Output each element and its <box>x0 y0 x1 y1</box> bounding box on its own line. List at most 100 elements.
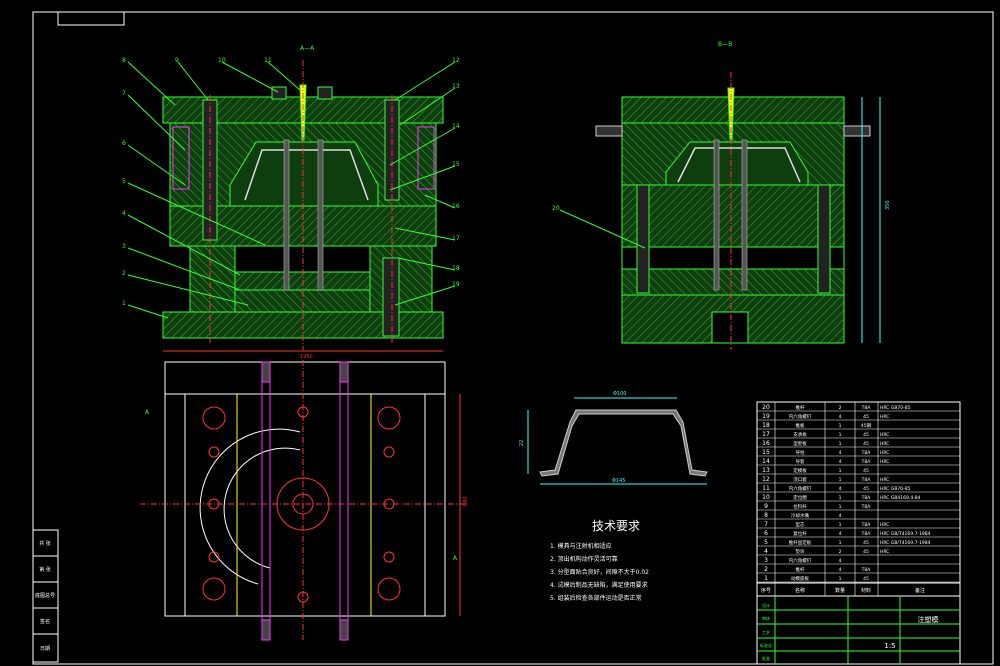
plan-outline <box>164 393 446 617</box>
bom-cell: HRC GB/T4169.7-1984 <box>880 531 931 537</box>
balloon-3: 3 <box>122 243 126 250</box>
balloon-4: 4 <box>122 210 126 217</box>
bom-cell: HRC GB/T4169.7-1984 <box>880 540 931 546</box>
balloon-17: 17 <box>452 235 460 242</box>
title-block: 注塑模 1:5 设计 审核 工艺 标准化 批准 <box>757 596 960 664</box>
balloon-15: 15 <box>452 161 460 168</box>
plan-hole-r3 <box>383 551 395 563</box>
bom-cell: T8A <box>861 504 872 510</box>
bom-head-qty: 数量 <box>835 587 845 594</box>
balloon-7: 7 <box>122 90 126 97</box>
plan-top-band <box>164 361 446 395</box>
bom-cell: T8A <box>861 522 872 528</box>
bom-cell: 18 <box>762 422 770 429</box>
bom-cell: 1 <box>839 468 842 474</box>
bom-cell: 1 <box>839 477 842 483</box>
b-spacer-gap <box>621 246 845 270</box>
bom-cell: 2 <box>839 405 842 411</box>
part-section <box>539 409 708 477</box>
left-info-strip: 共 张 第 张 底图总号 签名 日期 <box>32 529 59 663</box>
balloon-12: 12 <box>452 57 460 64</box>
balloon-16: 16 <box>452 203 460 210</box>
tech-item-1: 1. 模具与注射机相适应 <box>550 542 612 550</box>
bom-cell: 1 <box>839 495 842 501</box>
bom-head-no: 序号 <box>761 587 771 594</box>
plan-nozzle-br <box>339 619 349 641</box>
bom-cell: HRC <box>880 459 889 465</box>
tech-item-3: 3. 分型面贴合良好，间隙不大于0.02 <box>550 568 649 576</box>
bom-cell: 1 <box>839 522 842 528</box>
bom-cell: 内六角螺钉 <box>789 485 812 492</box>
part-detail: Φ100 Φ145 22 <box>519 391 708 485</box>
bom-cell: 20 <box>762 404 770 411</box>
strip-label-4: 签名 <box>40 618 50 625</box>
section-b-label: B—B <box>718 41 732 48</box>
b-pin-right <box>817 184 831 294</box>
part-dim-height: 22 <box>519 440 525 446</box>
b-ejector-pin-2 <box>741 139 748 291</box>
bom-table: 20 推杆 2 T8A HRC GB70-8519 内六角螺钉 4 45 HRC18 推板 1 45钢… <box>756 401 961 665</box>
bom-cell: 4 <box>764 548 768 555</box>
bom-cell: 11 <box>762 485 770 492</box>
bom-cell: 10 <box>762 494 770 501</box>
cavity-core <box>229 141 379 207</box>
bom-cell: T8A <box>861 531 872 537</box>
bom-cell: 4 <box>839 414 842 420</box>
plan-view: 1950 680 A A <box>140 354 469 641</box>
bom-cell: 1 <box>839 540 842 546</box>
bom-cell: HRC <box>880 450 889 456</box>
plan-nozzle-tl <box>261 361 271 383</box>
plan-hole-bl <box>202 577 226 601</box>
bom-cell: 1 <box>839 441 842 447</box>
bom-cell: 型腔板 <box>793 440 807 447</box>
bom-cell: HRC <box>880 477 889 483</box>
tech-title: 技术要求 <box>592 519 640 533</box>
b-pin-left <box>636 184 650 294</box>
plan-nozzle-bl <box>261 619 271 641</box>
plan-marker-right: A <box>453 555 458 562</box>
section-a-label: A—A <box>300 45 315 52</box>
balloon-13: 13 <box>452 83 460 90</box>
balloon-18: 18 <box>452 265 460 272</box>
plan-hole-r1 <box>383 446 395 458</box>
bom-cell: 9 <box>764 503 768 510</box>
bom-cell: 内六角螺钉 <box>789 413 812 420</box>
bom-cell: 13 <box>762 467 770 474</box>
bom-cell: 45 <box>863 486 869 492</box>
bom-head-note: 备注 <box>915 587 925 594</box>
b-ejector-pin-1 <box>713 139 720 291</box>
bom-cell: 45 <box>863 414 869 420</box>
bom-cell: 1 <box>839 504 842 510</box>
bom-cell: 垫块 <box>796 548 805 555</box>
tb-label-1: 设计 <box>762 602 770 608</box>
bom-cell: 45 <box>863 540 869 546</box>
bom-cell: HRC GB70-85 <box>880 486 911 492</box>
bom-cell: HRC <box>880 414 889 420</box>
plan-nozzle-tr <box>339 361 349 383</box>
title-block-scale: 1:5 <box>884 642 895 650</box>
bom-cell: 7 <box>764 521 768 528</box>
plan-inner <box>184 393 426 617</box>
bom-cell: 4 <box>839 486 842 492</box>
bom-cell: 推杆 <box>796 404 805 411</box>
bom-cell: 3 <box>764 557 768 564</box>
balloon-8: 8 <box>122 57 126 64</box>
bom-cell: 1 <box>839 423 842 429</box>
balloon-19: 19 <box>452 281 460 288</box>
part-dim-bottom: Φ145 <box>612 478 625 484</box>
strip-label-1: 共 张 <box>39 540 51 547</box>
bom-cell: 4 <box>839 558 842 564</box>
section-view-a: A—A <box>162 45 444 352</box>
bom-cell: 17 <box>762 431 770 438</box>
bom-cell: HRC <box>880 441 889 447</box>
tech-item-5: 5. 组装后检查各部件运动是否正常 <box>550 594 642 602</box>
tech-item-2: 2. 顶出机构动作灵活可靠 <box>550 555 618 563</box>
bom-cell: 推板 <box>796 422 805 429</box>
bom-cell: 45 <box>863 432 869 438</box>
bom-cell: 冷却水嘴 <box>791 512 809 519</box>
strip-label-2: 第 张 <box>39 566 51 573</box>
bom-cell: 14 <box>762 458 770 465</box>
bom-cell: HRC GB70-85 <box>880 405 911 411</box>
bom-cell: 45 <box>863 468 869 474</box>
bom-cell: 1 <box>764 575 768 582</box>
